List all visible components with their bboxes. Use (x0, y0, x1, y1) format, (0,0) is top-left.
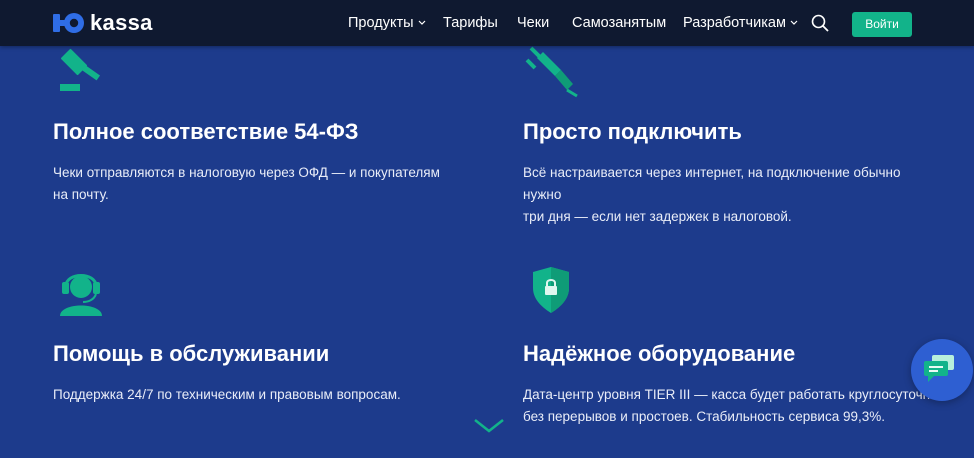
nav-item-self-employed[interactable]: Самозанятым (572, 15, 666, 31)
nav-item-receipts[interactable]: Чеки (517, 15, 549, 31)
plug-icon (525, 46, 578, 98)
nav-item-label: Продукты (348, 15, 414, 31)
login-button[interactable]: Войти (852, 12, 912, 37)
feature-description: Чеки отправляются в налоговую через ОФД … (53, 162, 471, 206)
search-button[interactable] (811, 14, 829, 37)
yoomoney-logo-icon (53, 13, 84, 33)
nav-item-developers[interactable]: Разработчикам (683, 15, 798, 31)
feature-title: Надёжное оборудование (523, 341, 796, 366)
feature-title: Полное соответствие 54-ФЗ (53, 119, 359, 144)
description-line: без перерывов и простоев. Стабильность с… (523, 409, 885, 424)
chat-icon (924, 355, 954, 382)
search-icon (811, 14, 829, 32)
description-line: Поддержка 24/7 по техническим и правовым… (53, 387, 401, 402)
description-line: Всё настраивается через интернет, на под… (523, 165, 901, 202)
shield-lock-icon (533, 267, 569, 313)
logo-wordmark: kassa (90, 10, 153, 35)
nav-item-label: Самозанятым (572, 15, 667, 31)
gavel-icon (60, 48, 101, 91)
chat-widget-button[interactable] (911, 339, 973, 401)
description-line: на почту. (53, 187, 109, 202)
nav-item-products[interactable]: Продукты (348, 15, 426, 31)
support-agent-icon (60, 274, 102, 316)
nav-item-label: Тарифы (443, 15, 498, 31)
chevron-down-icon (474, 419, 504, 433)
top-navigation-bar: kassa Продукты Тарифы Чеки Самозанятым Р… (0, 0, 974, 46)
kassa-logo[interactable]: kassa (53, 11, 153, 35)
feature-description: Поддержка 24/7 по техническим и правовым… (53, 384, 471, 406)
nav-item-label: Разработчикам (683, 15, 786, 31)
feature-description: Дата-центр уровня TIER III — касса будет… (523, 384, 941, 428)
feature-title: Помощь в обслуживании (53, 341, 330, 366)
nav-item-tariffs[interactable]: Тарифы (443, 15, 498, 31)
description-line: Чеки отправляются в налоговую через ОФД … (53, 165, 440, 180)
scroll-down-button[interactable] (473, 418, 505, 439)
nav-item-label: Чеки (517, 15, 550, 31)
feature-description: Всё настраивается через интернет, на под… (523, 162, 941, 228)
chevron-down-icon (790, 20, 798, 25)
description-line: три дня — если нет задержек в налоговой. (523, 209, 792, 224)
chevron-down-icon (418, 20, 425, 25)
description-line: Дата-центр уровня TIER III — касса будет… (523, 387, 938, 402)
feature-title: Просто подключить (523, 119, 742, 144)
